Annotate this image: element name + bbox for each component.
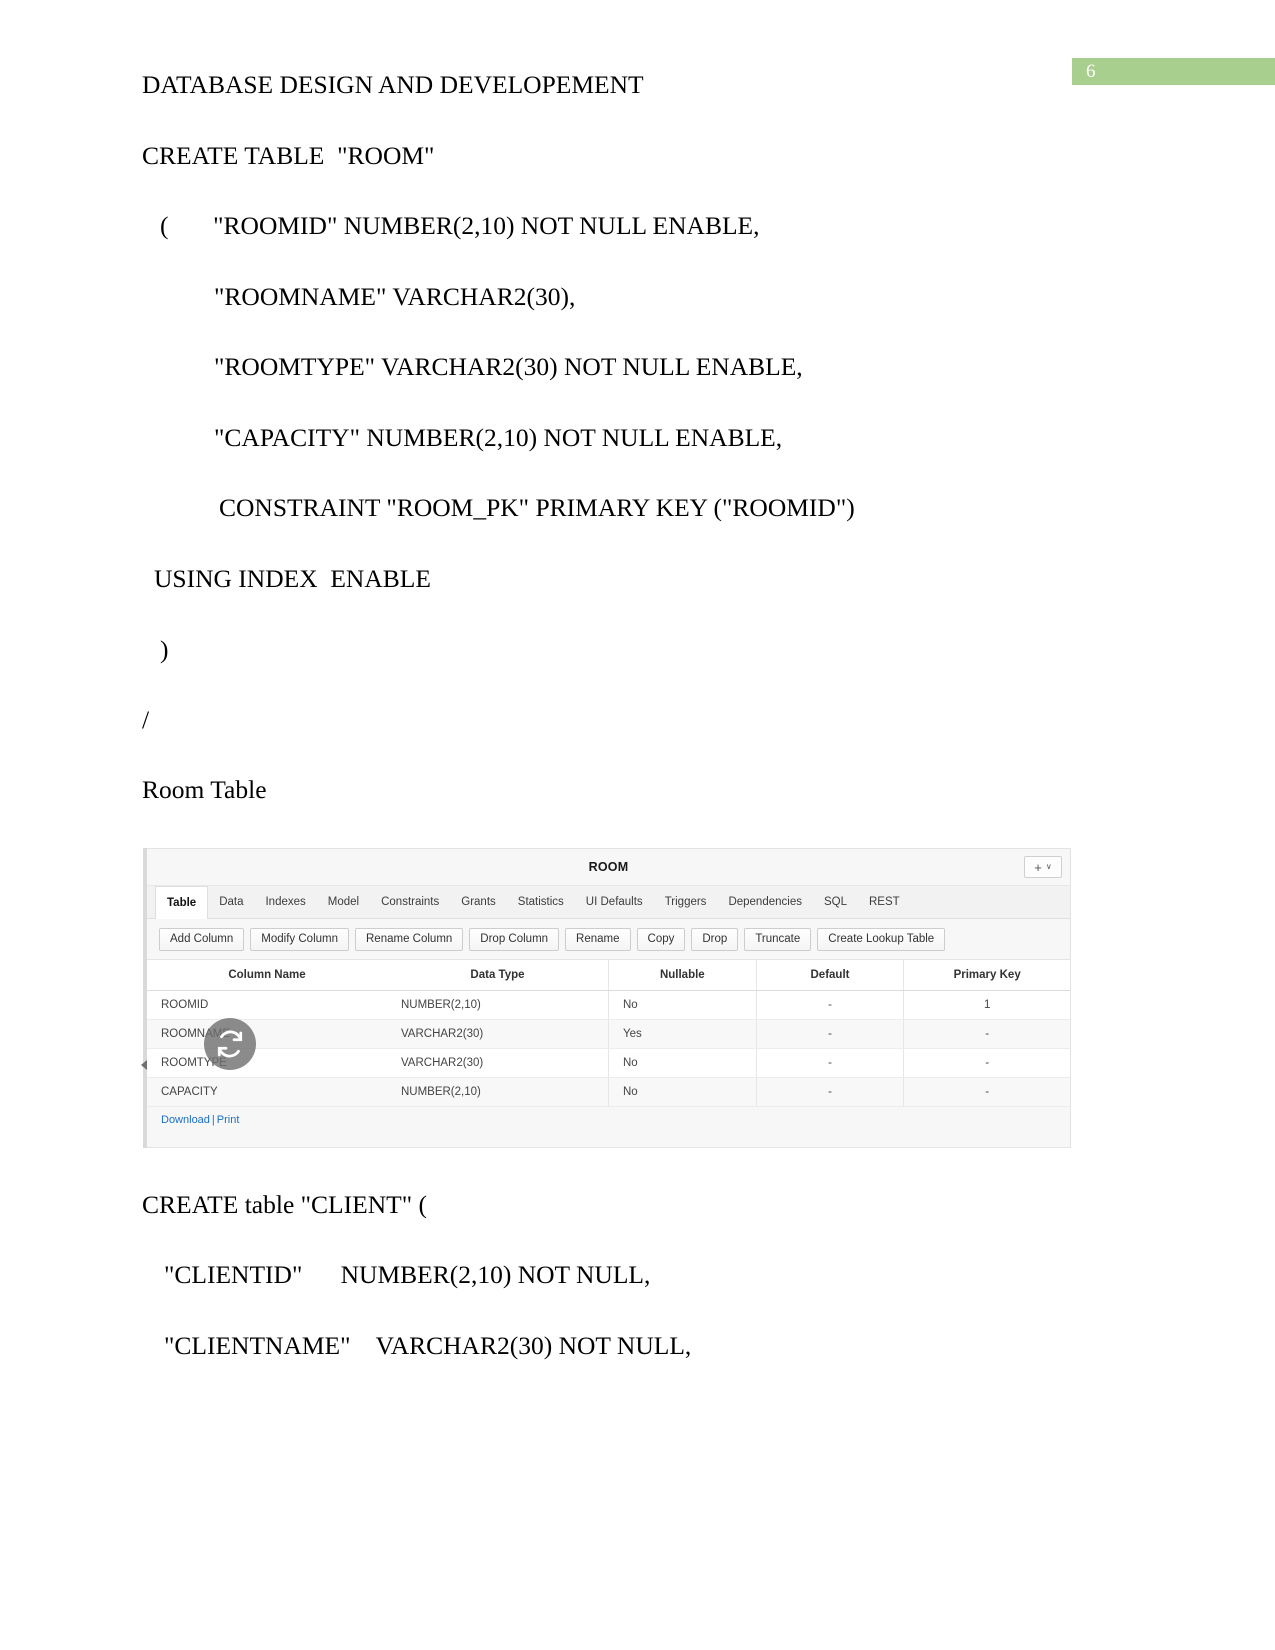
document-line: "ROOMNAME" VARCHAR2(30),	[214, 282, 576, 311]
tab-rest[interactable]: REST	[858, 886, 911, 918]
apex-title-bar: ROOM + ∨	[147, 849, 1070, 886]
tab-table[interactable]: Table	[155, 886, 209, 919]
document-line: "ROOMTYPE" VARCHAR2(30) NOT NULL ENABLE,	[214, 352, 803, 381]
table-cell: -	[755, 1019, 904, 1049]
document-line: "CAPACITY" NUMBER(2,10) NOT NULL ENABLE,	[214, 423, 783, 452]
left-scroll-arrow-icon[interactable]	[141, 1060, 147, 1070]
page-number-badge: 6	[1072, 58, 1275, 85]
apex-table-screenshot: ROOM + ∨ Table Data Indexes Model Constraint…	[141, 848, 1071, 1148]
table-cell: No	[607, 1077, 757, 1107]
column-header-primary-key[interactable]: Primary Key	[903, 960, 1070, 991]
column-header-column-name[interactable]: Column Name	[147, 960, 387, 991]
copy-button[interactable]: Copy	[636, 927, 686, 951]
table-cell: VARCHAR2(30)	[386, 1019, 609, 1049]
table-cell: ROOMTYPE	[147, 1048, 387, 1078]
drop-button[interactable]: Drop	[691, 927, 739, 951]
tab-model[interactable]: Model	[317, 886, 370, 918]
column-header-data-type[interactable]: Data Type	[386, 960, 609, 991]
table-cell: -	[755, 1077, 904, 1107]
apex-action-button-bar: Add Column Modify Column Rename Column Drop…	[147, 919, 1070, 960]
table-cell: -	[903, 1048, 1070, 1078]
table-cell: No	[607, 1048, 757, 1078]
table-cell: ROOMID	[147, 990, 387, 1020]
column-definition-table: Column Name Data Type Nullable Default Prima…	[147, 960, 1070, 1107]
add-column-button[interactable]: Add Column	[159, 927, 245, 951]
tab-indexes[interactable]: Indexes	[254, 886, 316, 918]
table-row[interactable]: ROOMNAME VARCHAR2(30) Yes - -	[147, 1019, 1070, 1049]
document-line: /	[142, 705, 150, 734]
table-cell: No	[607, 990, 757, 1020]
apex-footer: Download | Print	[147, 1107, 1070, 1147]
table-row[interactable]: ROOMID NUMBER(2,10) No -1	[147, 990, 1070, 1020]
truncate-button[interactable]: Truncate	[744, 927, 812, 951]
apex-table-title: ROOM	[588, 860, 629, 874]
chevron-down-icon: ∨	[1045, 862, 1052, 871]
document-line: "CLIENTID" NUMBER(2,10) NOT NULL,	[164, 1260, 651, 1289]
tab-dependencies[interactable]: Dependencies	[717, 886, 813, 918]
table-row[interactable]: ROOMTYPE VARCHAR2(30) No - -	[147, 1048, 1070, 1078]
add-dropdown-button[interactable]: + ∨	[1024, 856, 1062, 878]
tab-triggers[interactable]: Triggers	[654, 886, 718, 918]
tab-sql[interactable]: SQL	[813, 886, 858, 918]
table-cell: 1	[903, 990, 1070, 1020]
table-cell: Yes	[607, 1019, 757, 1049]
table-cell: NUMBER(2,10)	[386, 1077, 609, 1107]
document-line: "CLIENTNAME" VARCHAR2(30) NOT NULL,	[164, 1331, 692, 1360]
modify-column-button[interactable]: Modify Column	[250, 927, 349, 951]
tab-ui-defaults[interactable]: UI Defaults	[575, 886, 654, 918]
document-line: USING INDEX ENABLE	[154, 564, 431, 593]
plus-icon: +	[1034, 859, 1042, 875]
document-line: Room Table	[142, 775, 267, 804]
table-cell: -	[755, 1048, 904, 1078]
tab-grants[interactable]: Grants	[450, 886, 507, 918]
page-number-text: 6	[1086, 61, 1096, 82]
document-line: )	[160, 635, 169, 664]
apex-tab-bar: Table Data Indexes Model Constraints Grants St…	[147, 886, 1070, 919]
table-cell: -	[903, 1019, 1070, 1049]
table-cell: NUMBER(2,10)	[386, 990, 609, 1020]
tab-statistics[interactable]: Statistics	[507, 886, 575, 918]
download-link[interactable]: Download	[161, 1114, 210, 1126]
document-line: DATABASE DESIGN AND DEVELOPEMENT	[142, 70, 644, 99]
print-link[interactable]: Print	[217, 1114, 240, 1126]
drop-column-button[interactable]: Drop Column	[469, 927, 560, 951]
table-cell: -	[755, 990, 904, 1020]
tab-constraints[interactable]: Constraints	[370, 886, 450, 918]
table-row[interactable]: CAPACITY NUMBER(2,10) No - -	[147, 1077, 1070, 1107]
document-line: CONSTRAINT "ROOM_PK" PRIMARY KEY ("ROOMI…	[219, 493, 855, 522]
rename-button[interactable]: Rename	[565, 927, 631, 951]
footer-divider: |	[211, 1114, 215, 1126]
table-cell: -	[903, 1077, 1070, 1107]
tab-data[interactable]: Data	[208, 886, 254, 918]
table-cell: ROOMNAME	[147, 1019, 387, 1049]
table-cell: VARCHAR2(30)	[386, 1048, 609, 1078]
create-lookup-table-button[interactable]: Create Lookup Table	[817, 927, 946, 951]
document-line: ( "ROOMID" NUMBER(2,10) NOT NULL ENABLE,	[160, 211, 760, 240]
column-header-default[interactable]: Default	[755, 960, 904, 991]
rename-column-button[interactable]: Rename Column	[355, 927, 464, 951]
document-line: CREATE TABLE "ROOM"	[142, 141, 435, 170]
refresh-spinner-icon	[204, 1018, 256, 1070]
column-header-nullable[interactable]: Nullable	[607, 960, 757, 991]
table-cell: CAPACITY	[147, 1077, 387, 1107]
table-body: ROOMID NUMBER(2,10) No -1 ROOMNAME VARCHAR2(3…	[147, 990, 1070, 1107]
table-header-row: Column Name Data Type Nullable Default Prima…	[147, 960, 1070, 991]
document-line: CREATE table "CLIENT" (	[142, 1190, 427, 1219]
